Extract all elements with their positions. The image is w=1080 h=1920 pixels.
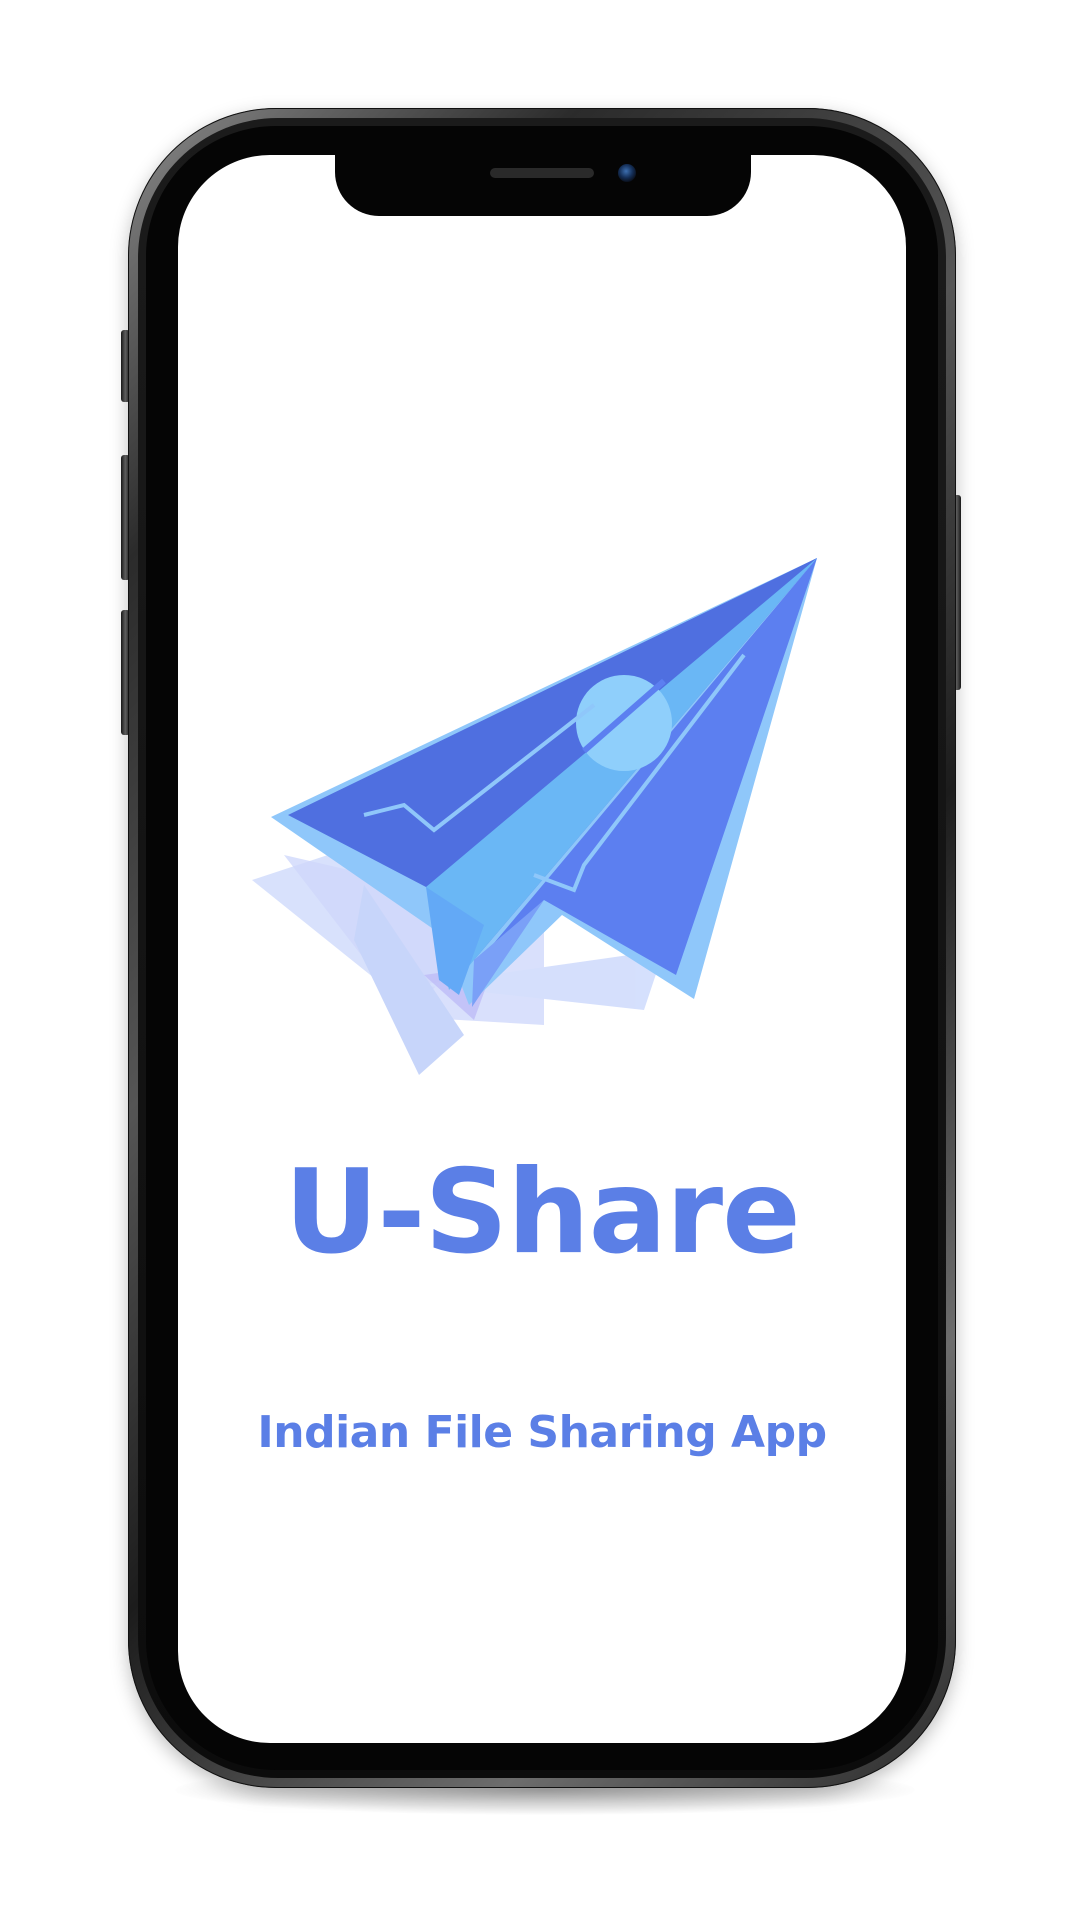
- app-logo: [244, 555, 844, 1115]
- mockup-stage: U-Share Indian File Sharing App: [0, 0, 1080, 1920]
- front-camera: [618, 164, 636, 182]
- earpiece-speaker: [490, 168, 594, 178]
- app-tagline: Indian File Sharing App: [257, 1407, 827, 1458]
- paper-plane-icon: [252, 558, 817, 1075]
- splash-screen[interactable]: U-Share Indian File Sharing App: [178, 155, 906, 1743]
- phone-notch: [335, 148, 751, 216]
- app-title: U-Share: [284, 1145, 801, 1280]
